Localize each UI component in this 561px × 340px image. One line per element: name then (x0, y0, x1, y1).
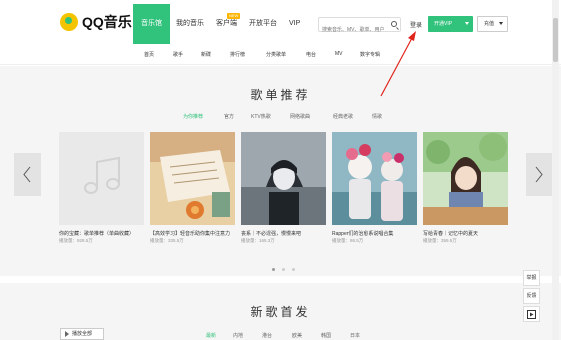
section-title: 歌单推荐 (250, 88, 311, 102)
tab-for-you[interactable]: 为你推荐 (183, 113, 203, 120)
tab-classic[interactable]: 经典老歌 (333, 113, 353, 120)
playlist-card[interactable]: Rapper们的治愈系说唱合集 播放量：86.5万 (332, 132, 417, 244)
cover-image (150, 132, 235, 225)
subnav-mv[interactable]: MV (335, 51, 343, 57)
playlist-card[interactable]: 丧系｜不必逞强，慢慢来吧 播放量：165.3万 (241, 132, 326, 244)
playlist-cover[interactable] (241, 132, 326, 225)
tab-western[interactable]: 欧美 (292, 332, 302, 339)
new-songs-section: 新歌首发 播放全部 最新 内地 港台 欧美 韩国 日本 (0, 283, 561, 340)
tab-hk-tw[interactable]: 港台 (262, 332, 272, 339)
tab-official[interactable]: 官方 (224, 113, 234, 120)
subnav-singers[interactable]: 歌手 (173, 51, 183, 58)
caret-down-icon (499, 22, 503, 25)
playlist-title[interactable]: 【高效学习】轻音乐助你集中注意力 (150, 230, 235, 237)
playlist-play-count: 播放量：86.5万 (332, 238, 364, 243)
subnav-categories[interactable]: 分类歌单 (266, 51, 286, 58)
qq-music-logo[interactable]: QQ音乐 (60, 12, 132, 32)
playlist-tabs: 为你推荐 官方 KTV热歌 网络歌曲 经典老歌 情歌 (0, 113, 561, 123)
subnav-new-albums[interactable]: 新碟 (201, 51, 211, 58)
playlist-title[interactable]: 丧系｜不必逞强，慢慢来吧 (241, 230, 326, 237)
search-box[interactable] (318, 17, 401, 37)
cover-image (241, 132, 326, 225)
subnav-digital-albums[interactable]: 数字专辑 (360, 51, 380, 58)
back-to-top-icon (527, 310, 536, 319)
cover-image (332, 132, 417, 225)
new-badge: NEW (227, 13, 241, 19)
playlist-play-count: 播放量：928.5万 (59, 238, 93, 243)
pager-dot[interactable] (282, 268, 285, 271)
nav-client[interactable]: 客户端 NEW (210, 4, 243, 44)
recharge-button[interactable]: 充值 (477, 16, 508, 32)
carousel-pager (0, 268, 561, 272)
tab-japan[interactable]: 日本 (350, 332, 360, 339)
nav-music-hall[interactable]: 音乐馆 (133, 4, 170, 44)
nav-vip[interactable]: VIP (283, 4, 306, 44)
subnav-radio[interactable]: 电台 (306, 51, 316, 58)
play-all-button[interactable]: 播放全部 (60, 328, 104, 340)
back-to-top-button[interactable] (523, 306, 540, 322)
vertical-scrollbar[interactable] (552, 0, 559, 340)
recharge-label: 充值 (484, 21, 495, 27)
chevron-right-icon (535, 166, 543, 183)
carousel-next-button[interactable] (526, 153, 553, 196)
playlist-cover[interactable] (332, 132, 417, 225)
playlist-card[interactable]: 写给青春｜记忆中的夏天 播放量：359.5万 (423, 132, 508, 244)
open-vip-label: 开通VIP (434, 21, 453, 27)
subnav-charts[interactable]: 排行榜 (230, 51, 245, 58)
playlist-card[interactable]: 【高效学习】轻音乐助你集中注意力 播放量：335.5万 (150, 132, 235, 244)
tab-mainland[interactable]: 内地 (233, 332, 243, 339)
nav-open-platform[interactable]: 开放平台 (243, 4, 283, 44)
playlist-title[interactable]: 写给青春｜记忆中的夏天 (423, 230, 508, 237)
tab-korea[interactable]: 韩国 (321, 332, 331, 339)
tab-ktv[interactable]: KTV热歌 (251, 113, 271, 120)
scrollbar-thumb[interactable] (553, 18, 558, 62)
logo-text: QQ音乐 (82, 14, 132, 30)
playlist-play-count: 播放量：359.5万 (423, 238, 457, 243)
cover-image (423, 132, 508, 225)
playlist-title[interactable]: Rapper们的治愈系说唱合集 (332, 230, 417, 237)
pager-dot[interactable] (272, 268, 275, 271)
top-header: QQ音乐 音乐馆 我的音乐 客户端 NEW 开放平台 VIP 登录 开通VIP … (0, 0, 561, 46)
carousel-prev-button[interactable] (14, 153, 41, 196)
music-note-icon (84, 156, 120, 194)
pager-dot[interactable] (292, 268, 295, 271)
search-input[interactable] (319, 23, 387, 37)
playlist-card[interactable]: 你的宝藏：歌单推荐（单曲收藏） 播放量：928.5万 (59, 132, 144, 244)
tab-internet-songs[interactable]: 网络歌曲 (290, 113, 310, 120)
playlist-cover[interactable] (59, 132, 144, 225)
search-icon[interactable] (391, 21, 397, 27)
open-vip-button[interactable]: 开通VIP (428, 16, 473, 32)
main-nav: 音乐馆 我的音乐 客户端 NEW 开放平台 VIP (133, 4, 306, 44)
playlist-cover[interactable] (423, 132, 508, 225)
playlist-recommend-section: 歌单推荐 为你推荐 官方 KTV热歌 网络歌曲 经典老歌 情歌 你的宝藏：歌单推… (0, 66, 561, 276)
page: QQ音乐 音乐馆 我的音乐 客户端 NEW 开放平台 VIP 登录 开通VIP … (0, 0, 561, 340)
login-link[interactable]: 登录 (410, 20, 422, 29)
nav-client-label: 客户端 (216, 20, 237, 27)
tab-love-songs[interactable]: 情歌 (372, 113, 382, 120)
play-icon (65, 331, 69, 337)
playlist-play-count: 播放量：335.5万 (150, 238, 184, 243)
chevron-left-icon (23, 166, 31, 183)
playlist-cover[interactable] (150, 132, 235, 225)
tab-latest[interactable]: 最新 (206, 332, 216, 339)
caret-down-icon (465, 22, 469, 25)
feedback-button[interactable]: 反馈 (523, 288, 540, 304)
report-button[interactable]: 举报 (523, 270, 540, 286)
playlist-title[interactable]: 你的宝藏：歌单推荐（单曲收藏） (59, 230, 144, 237)
sub-nav: 首页 歌手 新碟 排行榜 分类歌单 电台 MV 数字专辑 (0, 46, 561, 65)
playlist-play-count: 播放量：165.3万 (241, 238, 275, 243)
nav-my-music[interactable]: 我的音乐 (170, 4, 210, 44)
logo-icon (60, 13, 78, 31)
play-all-label: 播放全部 (72, 331, 93, 337)
subnav-home[interactable]: 首页 (144, 51, 154, 58)
section-title: 新歌首发 (250, 305, 311, 319)
